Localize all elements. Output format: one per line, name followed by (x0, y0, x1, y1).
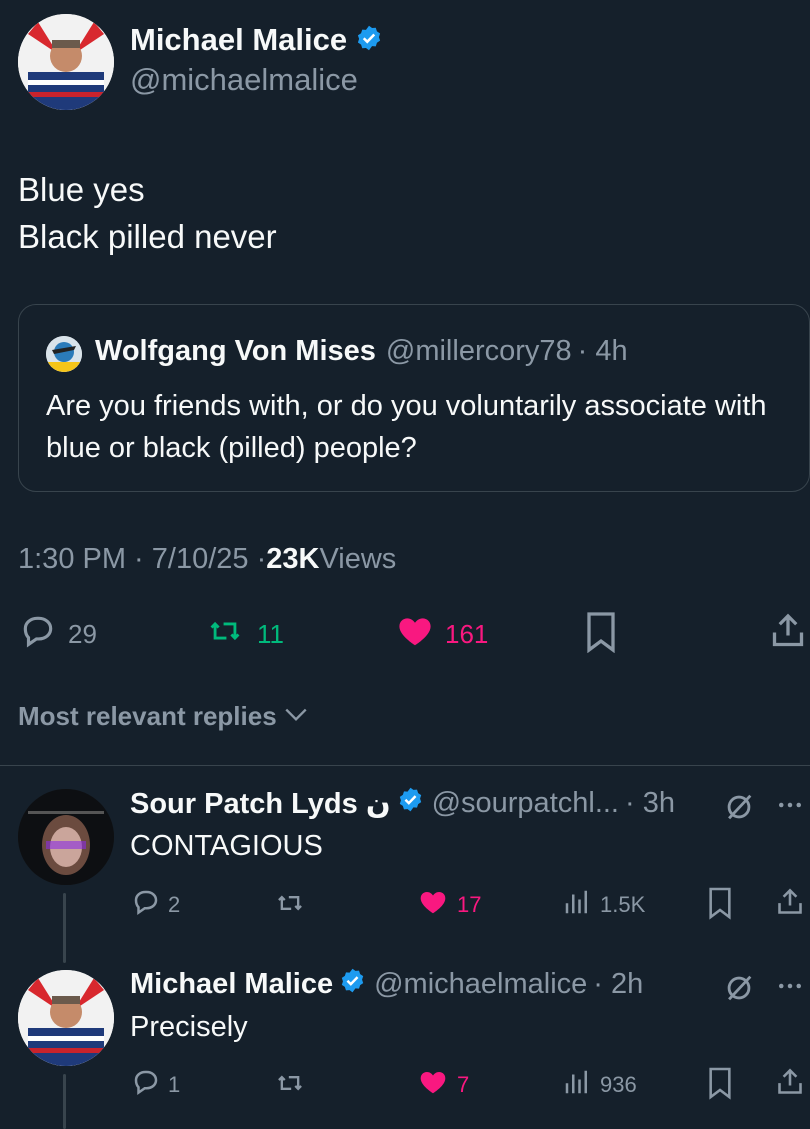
like-count: 7 (457, 1072, 470, 1097)
reply-text: Precisely (130, 1011, 248, 1043)
reply-icon (18, 612, 58, 657)
author-avatar[interactable] (18, 14, 114, 110)
share-button[interactable] (776, 886, 804, 923)
tweet-text-line: Black pilled never (18, 218, 277, 255)
tweet-timestamp: 1:30 PM · 7/10/25 · (18, 543, 267, 575)
grok-icon[interactable] (722, 971, 756, 1010)
reply-icon (130, 1067, 162, 1103)
heart-icon (395, 612, 435, 657)
retweet-button[interactable] (272, 1069, 308, 1102)
like-button[interactable]: 161 (395, 612, 488, 657)
reply-avatar[interactable] (18, 970, 114, 1066)
bookmark-button[interactable] (706, 1066, 734, 1105)
author-handle[interactable]: @michaelmalice (130, 62, 358, 98)
verified-badge-icon (339, 967, 366, 1002)
quoted-author-name: Wolfgang Von Mises (95, 335, 376, 367)
sort-label: Most relevant replies (18, 701, 277, 731)
verified-badge-icon (355, 24, 383, 57)
like-button[interactable]: 7 (417, 1067, 469, 1103)
reply-author-handle[interactable]: @sourpatchl... (432, 787, 619, 820)
reply-count: 29 (68, 619, 97, 649)
thread-line (63, 893, 66, 963)
views-button[interactable]: 936 (562, 1067, 637, 1103)
retweet-icon (272, 1075, 308, 1101)
retweet-button[interactable] (272, 889, 308, 922)
reply-button[interactable]: 1 (130, 1067, 180, 1103)
quoted-tweet-text: Are you friends with, or do you voluntar… (46, 390, 767, 464)
tweet-text-line: Blue yes (18, 171, 145, 208)
quoted-author-handle: @millercory78 (385, 335, 572, 367)
views-count: 1.5K (600, 892, 646, 917)
reply-count: 2 (168, 892, 181, 917)
divider (0, 765, 810, 766)
reply-avatar[interactable] (18, 789, 114, 885)
reply-author-name[interactable]: Michael Malice (130, 968, 333, 1001)
quoted-tweet-card[interactable]: Wolfgang Von Mises @millercory78 · 4h Ar… (18, 304, 810, 492)
like-button[interactable]: 17 (417, 887, 481, 923)
heart-icon (417, 1067, 449, 1103)
grok-icon[interactable] (722, 790, 756, 829)
reply-button[interactable]: 2 (130, 887, 180, 923)
reply-author-handle[interactable]: @michaelmalice (374, 968, 587, 1001)
reply-time: · 3h (625, 787, 675, 819)
retweet-count: 11 (257, 619, 284, 649)
views-count: 936 (600, 1072, 637, 1097)
share-icon (770, 613, 806, 655)
tweet-meta: 1:30 PM · 7/10/25 · 23K Views (18, 543, 396, 576)
author-name[interactable]: Michael Malice (130, 22, 347, 58)
more-options-icon[interactable] (775, 971, 805, 1006)
share-button[interactable] (776, 1066, 804, 1103)
reply-icon (130, 887, 162, 923)
bookmark-button[interactable] (706, 886, 734, 925)
share-icon (776, 888, 804, 922)
quoted-time: · 4h (577, 335, 628, 367)
share-button[interactable] (770, 611, 806, 656)
analytics-icon (562, 1067, 592, 1103)
reply-author-name[interactable]: Sour Patch Lyds ن (130, 786, 391, 821)
like-count: 17 (457, 892, 482, 917)
thread-line (63, 1074, 66, 1129)
retweet-icon (203, 614, 247, 655)
bookmark-icon (583, 612, 619, 657)
heart-icon (417, 887, 449, 923)
reply-button[interactable]: 29 (18, 612, 97, 657)
bookmark-icon (706, 887, 734, 924)
chevron-down-icon (283, 701, 309, 732)
analytics-icon (562, 887, 592, 923)
sort-dropdown[interactable]: Most relevant replies (18, 701, 309, 732)
like-count: 161 (445, 619, 489, 649)
retweet-icon (272, 895, 308, 921)
quoted-author-avatar (46, 336, 82, 372)
reply-count: 1 (168, 1072, 181, 1097)
views-count: 23K (266, 543, 320, 575)
share-icon (776, 1068, 804, 1102)
bookmark-button[interactable] (583, 611, 619, 658)
views-label: Views (319, 543, 397, 575)
views-button[interactable]: 1.5K (562, 887, 645, 923)
reply-text: CONTAGIOUS (130, 830, 323, 862)
verified-badge-icon (397, 786, 424, 821)
retweet-button[interactable]: 11 (203, 614, 284, 655)
tweet-text: Blue yes Black pilled never (18, 166, 277, 260)
bookmark-icon (706, 1067, 734, 1104)
more-options-icon[interactable] (775, 790, 805, 825)
reply-time: · 2h (593, 968, 644, 1000)
